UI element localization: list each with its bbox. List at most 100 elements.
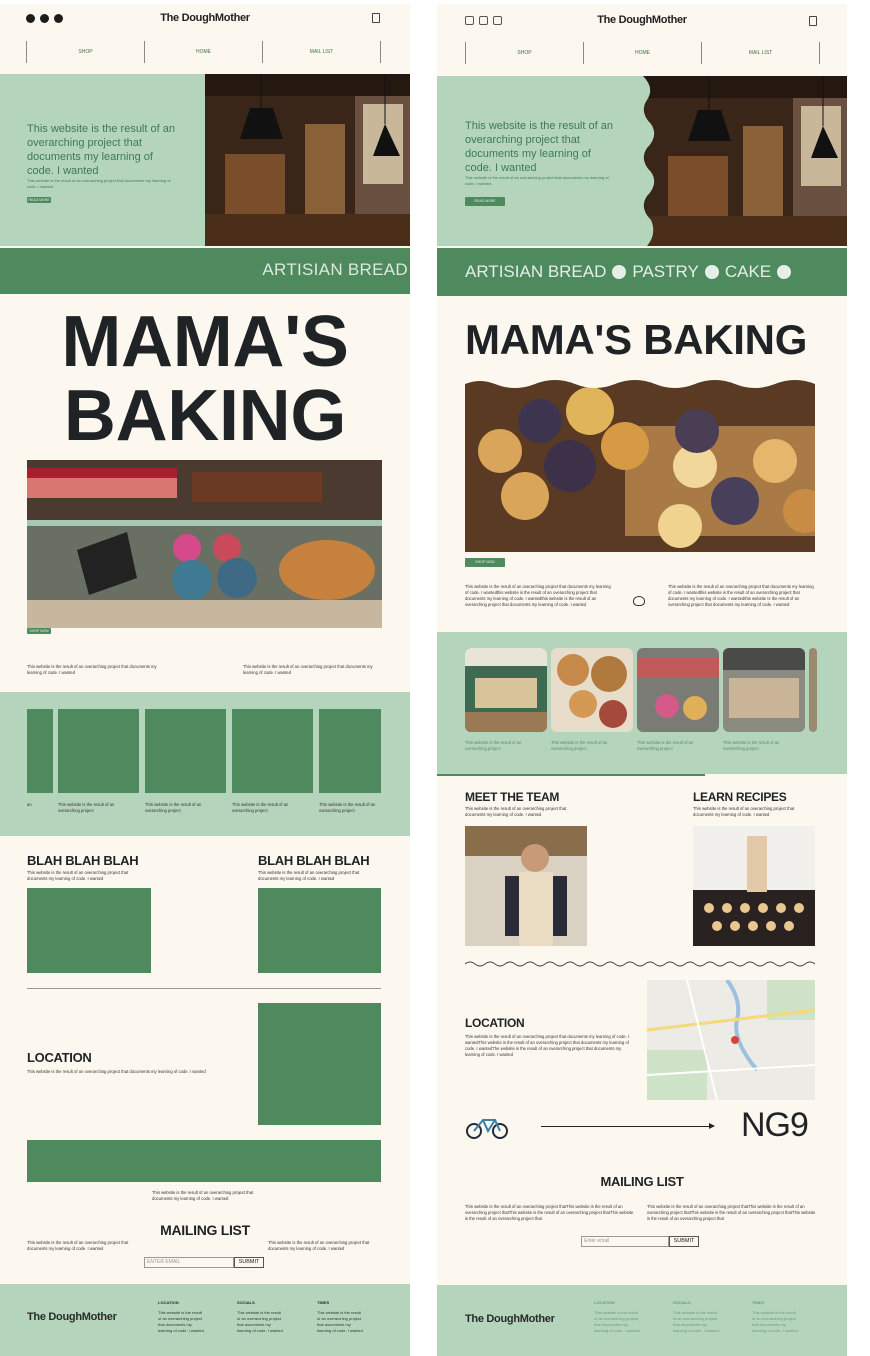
gallery-caption: This website is the result of an overarc…: [232, 802, 289, 813]
footer-heading-socials: SOCIALS: [237, 1300, 255, 1305]
dot-separator: [777, 265, 792, 279]
wide-banner-image: [27, 1140, 381, 1182]
email-input[interactable]: Enter email: [581, 1236, 669, 1247]
read-more-button[interactable]: READ MORE: [465, 197, 505, 206]
left-mockup: The DoughMother SHOP HOME MAIL LIST This…: [0, 4, 410, 1356]
location-text: This website is the result of an overarc…: [465, 1034, 630, 1057]
shop-now-button[interactable]: SHOP NOW: [465, 558, 505, 567]
gallery-photo-shopfront[interactable]: [465, 648, 547, 732]
gallery-scroll-indicator[interactable]: [437, 774, 705, 776]
footer-logo[interactable]: The DoughMother: [465, 1313, 555, 1325]
title-line-1: MAMA'S: [61, 302, 349, 382]
gallery-tile[interactable]: [232, 709, 313, 793]
gallery-tile[interactable]: [58, 709, 139, 793]
cafe-photo: [205, 74, 410, 246]
cart-icon[interactable]: [372, 13, 380, 23]
gallery-photo-cakes[interactable]: [637, 648, 719, 732]
intro-paragraph-a: This website is the result of an overarc…: [27, 664, 157, 675]
read-more-button[interactable]: READ MORE: [27, 197, 51, 203]
nav-mail-list[interactable]: MAIL LIST: [701, 42, 819, 64]
pastry-photo: [465, 376, 815, 552]
gallery-caption: This website is the result of an overarc…: [319, 802, 376, 813]
cart-icon[interactable]: [809, 16, 817, 26]
gallery-caption: an: [27, 802, 32, 807]
location-heading: LOCATION: [27, 1050, 92, 1065]
footer-text-socials: This website is the result of an overarc…: [237, 1310, 283, 1333]
section-text-right: This website is the result of an overarc…: [258, 870, 360, 881]
mailing-list-heading: MAILING LIST: [600, 1174, 684, 1189]
gallery-photo-partial[interactable]: [809, 648, 817, 732]
bread-icon: [633, 596, 645, 606]
gallery-caption: This website is the result of an overarc…: [58, 802, 115, 813]
postcode-text: NG9: [741, 1106, 809, 1144]
email-input[interactable]: ENTER EMAIL: [144, 1257, 234, 1268]
gallery-photo-counter[interactable]: [723, 648, 805, 732]
footer-text-location: This website is the result of an overarc…: [158, 1310, 204, 1333]
submit-button[interactable]: SUBMIT: [669, 1236, 699, 1247]
footer-text-times: This website is the result of an overarc…: [752, 1310, 798, 1333]
header: The DoughMother SHOP HOME MAIL LIST: [437, 4, 847, 74]
gallery-tile[interactable]: [145, 709, 226, 793]
location-heading: LOCATION: [465, 1016, 525, 1030]
team-text: This website is the result of an overarc…: [465, 806, 567, 817]
mailing-text-right: This website is the result of an overarc…: [647, 1204, 816, 1221]
mailing-text-right: This website is the result of an overarc…: [268, 1240, 370, 1251]
banner-strip: ARTISIAN BREAD PASTRY CAKE: [437, 248, 847, 296]
location-map[interactable]: [647, 980, 815, 1100]
nav-home[interactable]: HOME: [144, 41, 262, 63]
brand-logo[interactable]: The DoughMother: [0, 12, 410, 24]
mailing-text-left: This website is the result of an overarc…: [27, 1240, 129, 1251]
banner-text: ARTISIAN BREAD: [262, 260, 408, 279]
gallery-tile[interactable]: [27, 709, 53, 793]
recipes-text: This website is the result of an overarc…: [693, 806, 795, 817]
cafe-photo: [643, 76, 847, 246]
footer-heading-socials: SOCIALS: [673, 1300, 691, 1305]
banner-strip: ARTISIAN BREAD: [0, 248, 410, 294]
footer-heading-location: LOCATION: [158, 1300, 179, 1305]
header: The DoughMother SHOP HOME MAIL LIST: [0, 4, 410, 74]
section-text-left: This website is the result of an overarc…: [27, 870, 129, 881]
team-heading: MEET THE TEAM: [465, 790, 560, 804]
intro-paragraph-a: This website is the result of an overarc…: [465, 584, 611, 607]
nav-home[interactable]: HOME: [583, 42, 701, 64]
bicycle-icon: [466, 1119, 508, 1139]
location-map[interactable]: [258, 1003, 381, 1125]
brand-logo[interactable]: The DoughMother: [437, 14, 847, 26]
right-mockup: The DoughMother SHOP HOME MAIL LIST This…: [437, 4, 847, 1356]
section-image-right: [258, 888, 381, 973]
gallery-caption: This website is the result of an overarc…: [637, 740, 694, 751]
title-line-2: BAKING: [63, 376, 347, 456]
main-nav: SHOP HOME MAIL LIST: [465, 42, 820, 64]
gallery-photo-bread[interactable]: [551, 648, 633, 732]
footer-text-times: This website is the result of an overarc…: [317, 1310, 363, 1333]
nav-mail-list[interactable]: MAIL LIST: [262, 41, 380, 63]
banner-item: PASTRY: [632, 262, 699, 281]
footer-logo[interactable]: The DoughMother: [27, 1311, 117, 1323]
gallery-caption: This website is the result of an overarc…: [145, 802, 202, 813]
section-image-left: [27, 888, 151, 973]
gallery-tile[interactable]: [319, 709, 381, 793]
submit-button[interactable]: SUBMIT: [234, 1257, 264, 1268]
main-nav: SHOP HOME MAIL LIST: [26, 41, 381, 63]
gallery-caption: This website is the result of an overarc…: [723, 740, 780, 751]
nav-shop[interactable]: SHOP: [27, 41, 144, 63]
recipes-heading: LEARN RECIPES: [693, 790, 787, 804]
hero-heading: This website is the result of an overarc…: [27, 123, 175, 177]
intro-paragraph-b: This website is the result of an overarc…: [243, 664, 373, 675]
intro-paragraph-b: This website is the result of an overarc…: [668, 584, 814, 607]
shop-now-button[interactable]: SHOP NOW: [27, 628, 51, 634]
divider: [27, 988, 381, 989]
footer: The DoughMother LOCATION SOCIALS TIMES T…: [437, 1285, 847, 1356]
arrow-line: [541, 1126, 711, 1127]
cake-display-photo: [27, 460, 382, 628]
location-text: This website is the result of an overarc…: [27, 1069, 206, 1074]
hero-subtext: This website is the result of an overarc…: [27, 178, 171, 189]
recipes-photo: [693, 826, 815, 946]
gallery-caption: This website is the result of an overarc…: [465, 740, 522, 751]
nav-shop[interactable]: SHOP: [466, 42, 583, 64]
mailing-list-heading: MAILING LIST: [160, 1222, 250, 1238]
mailing-text-left: This website is the result of an overarc…: [465, 1204, 634, 1221]
banner-item: ARTISIAN BREAD: [465, 262, 607, 281]
section-heading-right: BLAH BLAH BLAH: [258, 853, 370, 868]
banner-caption: This website is the result of an overarc…: [152, 1190, 254, 1201]
